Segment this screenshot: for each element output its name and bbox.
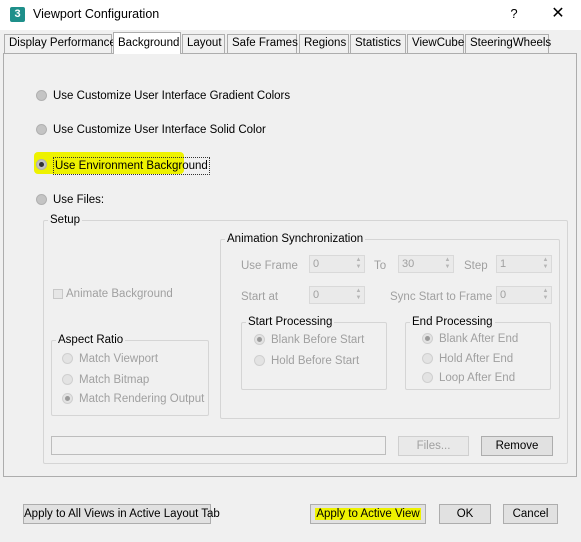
- button-label: Apply to Active View: [315, 508, 421, 520]
- radio-label: Match Bitmap: [79, 374, 150, 386]
- end-processing-group: End Processing Blank After End Hold Afte…: [405, 315, 551, 390]
- title-bar: 3 Viewport Configuration ? ✕: [0, 0, 581, 30]
- animate-background-checkbox[interactable]: [53, 289, 63, 299]
- group-title: Animation Synchronization: [225, 232, 366, 246]
- aspect-ratio-group: Aspect Ratio Match Viewport Match Bitmap…: [51, 333, 209, 416]
- radio-button[interactable]: [62, 374, 73, 385]
- tab-display-performance[interactable]: Display Performance: [4, 34, 116, 53]
- remove-button[interactable]: Remove: [481, 436, 553, 456]
- radio-button[interactable]: [36, 194, 47, 205]
- tab-viewcube[interactable]: ViewCube: [407, 34, 464, 53]
- start-at-spinner[interactable]: 0 ▲ ▼: [309, 286, 365, 304]
- setup-group: Setup Animate Background Aspect Ratio Ma…: [43, 213, 568, 464]
- step-label: Step: [464, 260, 488, 272]
- spinner-value: 0: [313, 289, 320, 301]
- background-tab-panel: Use Customize User Interface Gradient Co…: [3, 53, 577, 477]
- start-at-label: Start at: [241, 291, 279, 303]
- cancel-button[interactable]: Cancel: [503, 504, 558, 524]
- radio-button[interactable]: [254, 355, 265, 366]
- file-path-field[interactable]: [51, 436, 386, 455]
- radio-button[interactable]: [62, 393, 73, 404]
- group-title: Start Processing: [246, 315, 335, 329]
- radio-label: Use Files:: [53, 194, 105, 206]
- radio-button[interactable]: [36, 124, 47, 135]
- radio-label: Match Rendering Output: [79, 393, 205, 405]
- radio-button[interactable]: [422, 372, 433, 383]
- tab-steeringwheels[interactable]: SteeringWheels: [465, 34, 551, 53]
- spinner-arrows-icon[interactable]: ▲ ▼: [541, 288, 550, 302]
- group-title: Aspect Ratio: [56, 333, 126, 347]
- radio-label: Use Customize User Interface Solid Color: [53, 124, 266, 136]
- sync-start-label: Sync Start to Frame: [390, 291, 493, 303]
- animation-sync-group: Animation Synchronization Use Frame 0 ▲ ▼…: [220, 232, 560, 419]
- radio-button[interactable]: [422, 333, 433, 344]
- window-title: Viewport Configuration: [33, 7, 160, 21]
- spinner-value: 0: [500, 289, 507, 301]
- step-spinner[interactable]: 1 ▲ ▼: [496, 255, 552, 273]
- spinner-value: 0: [313, 258, 320, 270]
- spinner-arrows-icon[interactable]: ▲ ▼: [541, 257, 550, 271]
- app-icon: 3: [10, 7, 25, 22]
- radio-button[interactable]: [422, 353, 433, 364]
- tab-layout[interactable]: Layout: [182, 34, 225, 53]
- spinner-arrows-icon[interactable]: ▲ ▼: [443, 257, 452, 271]
- radio-button[interactable]: [36, 90, 47, 101]
- radio-label: Loop After End: [439, 372, 516, 384]
- tab-safe-frames[interactable]: Safe Frames: [227, 34, 298, 53]
- radio-label: Use Environment Background: [53, 157, 210, 175]
- radio-label: Blank Before Start: [271, 334, 365, 346]
- radio-label: Match Viewport: [79, 353, 159, 365]
- group-title: End Processing: [410, 315, 495, 329]
- ok-button[interactable]: OK: [439, 504, 491, 524]
- spinner-value: 1: [500, 258, 507, 270]
- use-frame-label: Use Frame: [241, 260, 298, 272]
- tab-statistics[interactable]: Statistics: [350, 34, 406, 53]
- radio-label: Use Customize User Interface Gradient Co…: [53, 90, 291, 102]
- dialog-body: Display Performance Background Layout Sa…: [0, 30, 581, 542]
- radio-button[interactable]: [254, 334, 265, 345]
- radio-label: Hold Before Start: [271, 355, 360, 367]
- radio-label: Hold After End: [439, 353, 514, 365]
- to-label: To: [374, 260, 387, 272]
- radio-button[interactable]: [62, 353, 73, 364]
- files-button[interactable]: Files...: [398, 436, 469, 456]
- spinner-value: 30: [402, 258, 415, 270]
- help-button[interactable]: ?: [500, 0, 528, 30]
- spinner-arrows-icon[interactable]: ▲ ▼: [354, 288, 363, 302]
- start-processing-group: Start Processing Blank Before Start Hold…: [241, 315, 387, 390]
- radio-button[interactable]: [36, 159, 47, 170]
- to-spinner[interactable]: 30 ▲ ▼: [398, 255, 454, 273]
- sync-start-spinner[interactable]: 0 ▲ ▼: [496, 286, 552, 304]
- use-frame-spinner[interactable]: 0 ▲ ▼: [309, 255, 365, 273]
- apply-all-views-button[interactable]: Apply to All Views in Active Layout Tab: [23, 504, 220, 524]
- animate-background-label: Animate Background: [66, 288, 173, 300]
- spinner-arrows-icon[interactable]: ▲ ▼: [354, 257, 363, 271]
- radio-label: Blank After End: [439, 333, 519, 345]
- apply-active-view-button[interactable]: Apply to Active View: [310, 504, 426, 524]
- tab-regions[interactable]: Regions: [299, 34, 349, 53]
- tab-background[interactable]: Background: [113, 32, 181, 54]
- close-button[interactable]: ✕: [540, 0, 576, 30]
- group-title: Setup: [48, 213, 83, 227]
